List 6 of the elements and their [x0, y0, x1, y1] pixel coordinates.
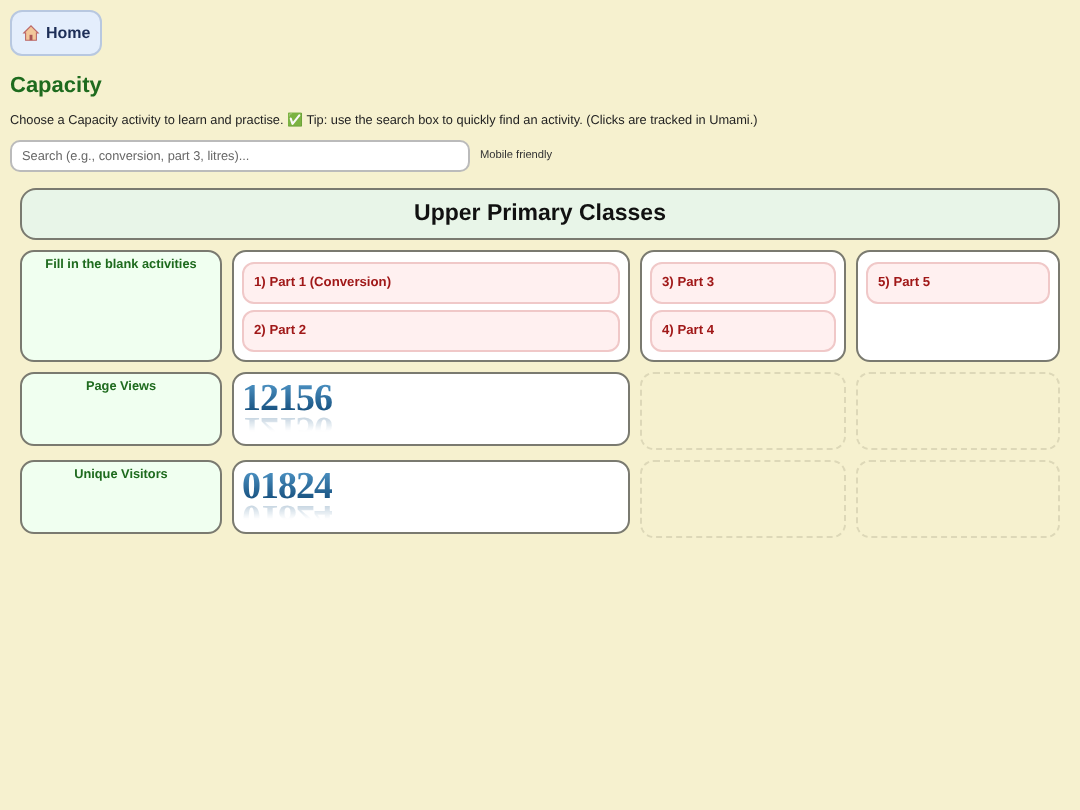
page-title: Capacity — [10, 74, 104, 98]
home-icon — [22, 24, 40, 42]
home-button[interactable]: Home — [10, 10, 103, 56]
counter-digits: 01824 — [242, 472, 332, 504]
section-heading: Upper Primary Classes — [20, 188, 1060, 240]
counter-digits: 12156 — [242, 384, 332, 416]
